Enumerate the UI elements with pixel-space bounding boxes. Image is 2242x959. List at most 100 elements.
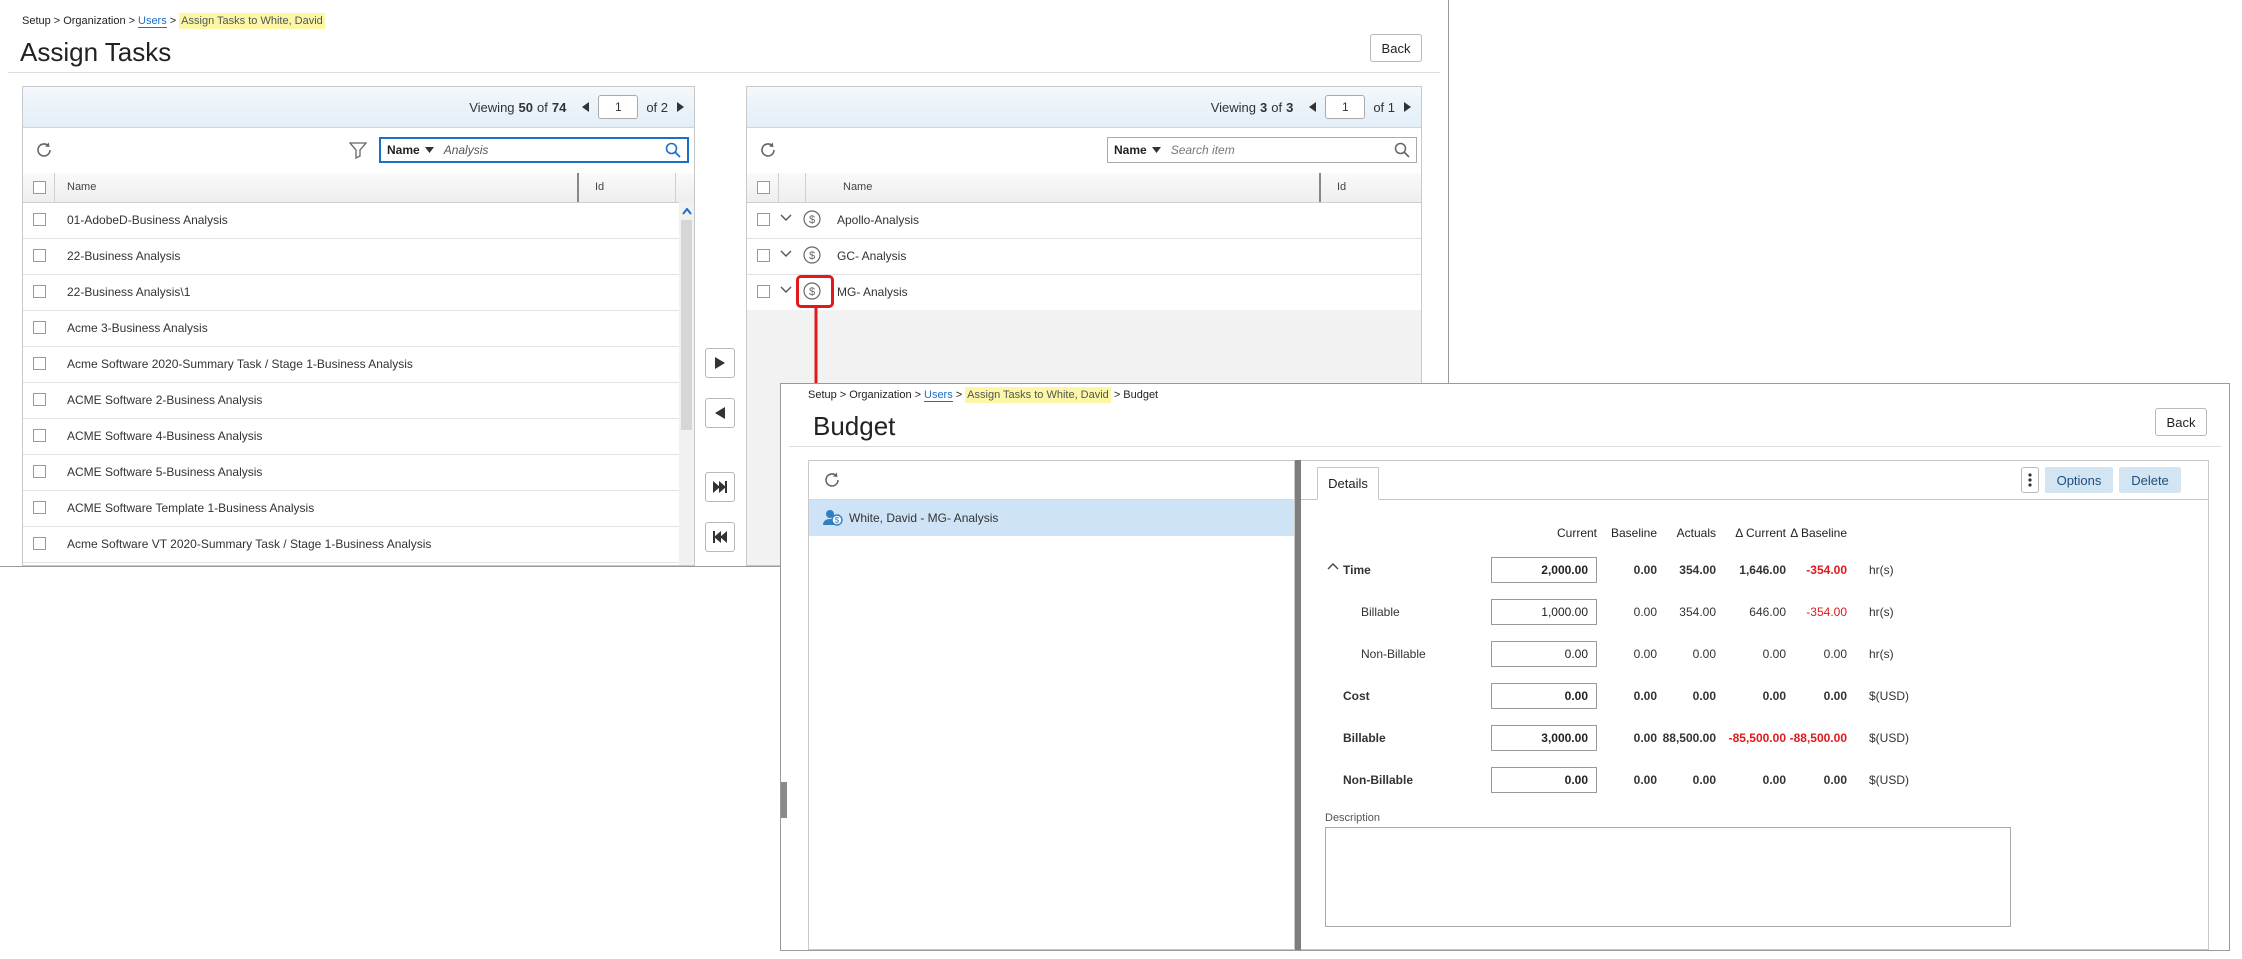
unit-label: hr(s) <box>1869 605 1894 619</box>
column-header-id[interactable]: Id <box>595 181 604 193</box>
breadcrumb-organization[interactable]: Organization <box>849 389 911 401</box>
row-checkbox[interactable] <box>33 465 46 478</box>
next-page-icon[interactable] <box>1403 102 1411 112</box>
select-all-checkbox[interactable] <box>757 181 770 194</box>
row-checkbox[interactable] <box>33 285 46 298</box>
grid-toolbar: Name Search item <box>747 127 1421 174</box>
row-checkbox[interactable] <box>757 285 770 298</box>
breadcrumb-users[interactable]: Users <box>924 389 953 402</box>
table-row[interactable]: ACME Software 5-Business Analysis <box>23 454 679 491</box>
assigned-task-name: GC- Analysis <box>837 249 907 263</box>
metric-d-baseline: 0.00 <box>1823 647 1847 661</box>
chevron-down-icon[interactable] <box>780 250 792 258</box>
move-all-right-button[interactable] <box>705 472 735 502</box>
row-checkbox[interactable] <box>33 249 46 262</box>
collapse-handle[interactable] <box>781 782 787 818</box>
row-checkbox[interactable] <box>33 321 46 334</box>
select-all-checkbox[interactable] <box>33 181 46 194</box>
breadcrumb-current: Budget <box>1123 389 1159 401</box>
chevron-down-icon[interactable] <box>780 214 792 222</box>
page-input[interactable]: 1 <box>1325 95 1366 119</box>
column-header-name[interactable]: Name <box>843 181 872 193</box>
search-field-select[interactable]: Name <box>1108 143 1161 157</box>
chevron-down-icon <box>1151 147 1161 153</box>
prev-page-icon[interactable] <box>1309 102 1317 112</box>
table-row[interactable]: ACME Software 4-Business Analysis <box>23 418 679 455</box>
options-button[interactable]: Options <box>2045 467 2113 493</box>
filter-icon[interactable] <box>349 141 367 159</box>
search-icon[interactable] <box>1394 142 1410 158</box>
page-title: Budget <box>813 411 896 441</box>
tab-details[interactable]: Details <box>1317 467 1379 500</box>
list-item[interactable]: $ White, David - MG- Analysis <box>809 500 1294 536</box>
table-row[interactable]: ACME Software Template 1-Business Analys… <box>23 490 679 527</box>
table-row[interactable]: ACME Software 2-Business Analysis <box>23 382 679 419</box>
breadcrumb-organization[interactable]: Organization <box>63 15 125 27</box>
tab-bar: Details Options Delete <box>1301 461 2208 500</box>
available-tasks-panel: Viewing 50 of 74 1 of 2 Name Analysis Na… <box>22 86 695 566</box>
task-name: Acme Software 2020-Summary Task / Stage … <box>67 357 413 371</box>
search-field-select[interactable]: Name <box>381 143 434 157</box>
breadcrumb-users[interactable]: Users <box>138 15 167 28</box>
search-box[interactable]: Name Analysis <box>379 137 689 163</box>
move-all-left-button[interactable] <box>705 522 735 552</box>
row-checkbox[interactable] <box>757 213 770 226</box>
row-checkbox[interactable] <box>33 429 46 442</box>
delete-button[interactable]: Delete <box>2119 467 2181 493</box>
chevron-down-icon[interactable] <box>780 286 792 294</box>
budget-dollar-icon[interactable]: $ <box>803 246 821 264</box>
column-header-id[interactable]: Id <box>1337 181 1346 193</box>
table-row[interactable]: 22-Business Analysis <box>23 238 679 275</box>
next-page-icon[interactable] <box>676 102 684 112</box>
table-row[interactable]: 01-AdobeD-Business Analysis <box>23 202 679 239</box>
svg-text:$: $ <box>809 250 815 262</box>
refresh-icon[interactable] <box>35 141 53 159</box>
prev-page-icon[interactable] <box>582 102 590 112</box>
breadcrumb: Setup > Organization > Users > Assign Tasks to… <box>808 387 1159 403</box>
chevron-down-icon <box>424 147 434 153</box>
description-textarea[interactable] <box>1325 827 2011 927</box>
table-row[interactable]: Acme 3-Business Analysis <box>23 310 679 347</box>
metric-label: Billable <box>1361 605 1400 619</box>
breadcrumb-setup[interactable]: Setup <box>22 15 51 27</box>
row-checkbox[interactable] <box>33 393 46 406</box>
search-input[interactable]: Search item <box>1171 143 1394 157</box>
row-checkbox[interactable] <box>33 501 46 514</box>
refresh-icon[interactable] <box>759 141 777 159</box>
move-right-button[interactable] <box>705 348 735 378</box>
page-of: of 2 <box>646 99 668 115</box>
row-checkbox[interactable] <box>33 537 46 550</box>
row-checkbox[interactable] <box>757 249 770 262</box>
metric-label: Non-Billable <box>1361 647 1426 661</box>
table-row[interactable]: Acme Software VT 2020-Summary Task / Sta… <box>23 526 679 563</box>
refresh-icon[interactable] <box>823 471 841 489</box>
row-checkbox[interactable] <box>33 357 46 370</box>
breadcrumb-assign-tasks[interactable]: Assign Tasks to White, David <box>965 387 1111 403</box>
unit-label: hr(s) <box>1869 647 1894 661</box>
svg-text:$: $ <box>835 516 840 525</box>
search-icon[interactable] <box>665 142 681 158</box>
table-row[interactable]: $ GC- Analysis <box>747 238 1421 275</box>
search-box[interactable]: Name Search item <box>1107 137 1417 163</box>
collapse-chevron-icon[interactable] <box>1327 562 1339 570</box>
more-options-icon[interactable] <box>2021 467 2039 493</box>
scrollbar-thumb[interactable] <box>681 220 692 430</box>
scrollbar[interactable] <box>679 202 694 565</box>
search-input[interactable]: Analysis <box>444 143 665 157</box>
back-button[interactable]: Back <box>1370 34 1422 62</box>
budget-dollar-icon[interactable]: $ <box>803 210 821 228</box>
pager: Viewing 3 of 3 1 of 1 <box>747 87 1421 128</box>
task-name: Acme 3-Business Analysis <box>67 321 208 335</box>
table-row[interactable]: Acme Software 2020-Summary Task / Stage … <box>23 346 679 383</box>
table-row[interactable]: $ Apollo-Analysis <box>747 202 1421 239</box>
page-input[interactable]: 1 <box>598 95 639 119</box>
scroll-up-icon[interactable] <box>682 208 692 215</box>
pager: Viewing 50 of 74 1 of 2 <box>23 87 694 128</box>
table-row[interactable]: $ MG- Analysis <box>747 274 1421 311</box>
breadcrumb-setup[interactable]: Setup <box>808 389 837 401</box>
move-left-button[interactable] <box>705 398 735 428</box>
table-row[interactable]: 22-Business Analysis\1 <box>23 274 679 311</box>
row-checkbox[interactable] <box>33 213 46 226</box>
back-button[interactable]: Back <box>2155 408 2207 436</box>
column-header-name[interactable]: Name <box>67 181 96 193</box>
